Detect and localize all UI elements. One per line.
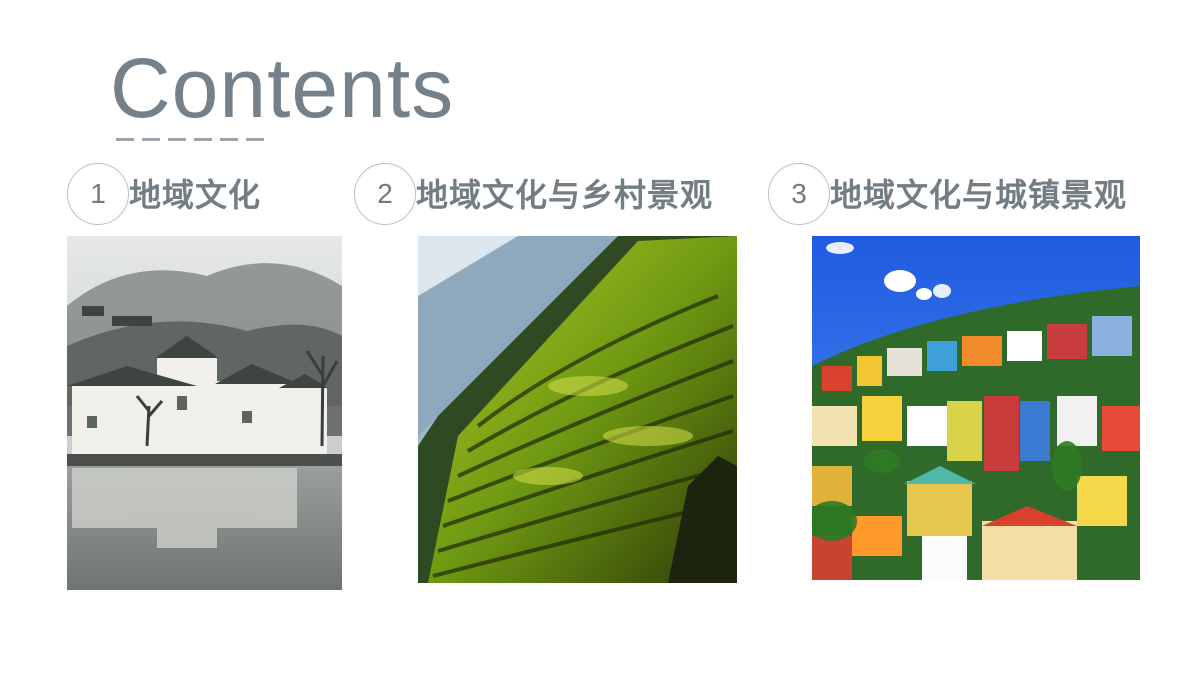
- item-number-circle: 1: [67, 163, 129, 225]
- contents-item-3: 3 地域文化与城镇景观: [768, 163, 1168, 229]
- slide-title: Contents: [110, 41, 455, 135]
- title-underline-dashes: [116, 138, 266, 141]
- item-label: 地域文化与城镇景观: [830, 176, 1128, 214]
- contents-item-1: 1 地域文化: [67, 163, 307, 229]
- colorful-hillside-town-photo: [812, 236, 1140, 580]
- item-label: 地域文化: [129, 176, 262, 214]
- item-number-circle: 2: [354, 163, 416, 225]
- item-label: 地域文化与乡村景观: [416, 176, 714, 214]
- huizhou-village-reflection-photo: [67, 236, 342, 590]
- item-number-circle: 3: [768, 163, 830, 225]
- contents-item-2: 2 地域文化与乡村景观: [354, 163, 754, 229]
- rice-terraces-mountain-photo: [418, 236, 737, 583]
